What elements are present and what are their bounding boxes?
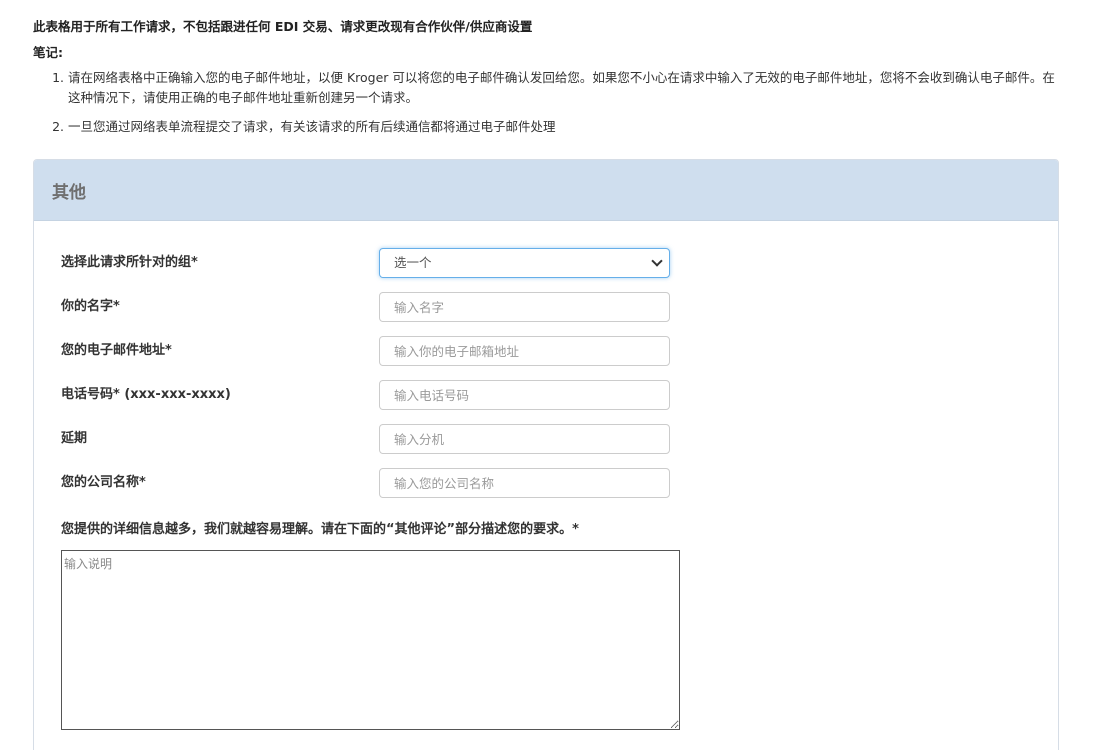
phone-row: 电话号码* (xxx-xxx-xxxx) [61,380,681,410]
email-row: 您的电子邮件地址* [61,336,681,366]
intro-section: 此表格用于所有工作请求，不包括跟进任何 EDI 交易、请求更改现有合作伙伴/供应… [33,17,1063,146]
group-select-value: 选一个 [394,255,432,270]
extension-row: 延期 [61,424,681,454]
extension-label: 延期 [61,431,88,446]
request-form-page: 此表格用于所有工作请求，不包括跟进任何 EDI 交易、请求更改现有合作伙伴/供应… [0,0,1103,750]
company-input[interactable] [379,468,670,498]
company-row: 您的公司名称* [61,468,681,498]
extension-input[interactable] [379,424,670,454]
name-row: 你的名字* [61,292,681,322]
description-label: 您提供的详细信息越多，我们就越容易理解。请在下面的“其他评论”部分描述您的要求。… [61,522,579,537]
group-row: 选择此请求所针对的组* 选一个 [61,248,681,278]
description-textarea[interactable] [61,550,680,730]
form-panel: 其他 选择此请求所针对的组* 选一个 你的名字* 您的电子邮件地址* 电话号码*… [33,159,1059,750]
panel-title: 其他 [34,160,1058,221]
email-label: 您的电子邮件地址* [61,343,172,358]
scope-text: 此表格用于所有工作请求，不包括跟进任何 EDI 交易、请求更改现有合作伙伴/供应… [33,19,533,34]
note-item: 请在网络表格中正确输入您的电子邮件地址，以便 Kroger 可以将您的电子邮件确… [68,68,1063,108]
note-item: 一旦您通过网络表单流程提交了请求，有关该请求的所有后续通信都将通过电子邮件处理 [68,117,1063,137]
group-select[interactable]: 选一个 [379,248,670,278]
notes-label: 笔记: [33,45,63,60]
name-input[interactable] [379,292,670,322]
email-input[interactable] [379,336,670,366]
phone-input[interactable] [379,380,670,410]
group-label: 选择此请求所针对的组* [61,255,198,270]
chevron-down-icon [651,255,663,267]
phone-label: 电话号码* (xxx-xxx-xxxx) [61,387,231,402]
company-label: 您的公司名称* [61,475,146,490]
name-label: 你的名字* [61,299,120,314]
notes-list: 请在网络表格中正确输入您的电子邮件地址，以便 Kroger 可以将您的电子邮件确… [33,68,1063,137]
